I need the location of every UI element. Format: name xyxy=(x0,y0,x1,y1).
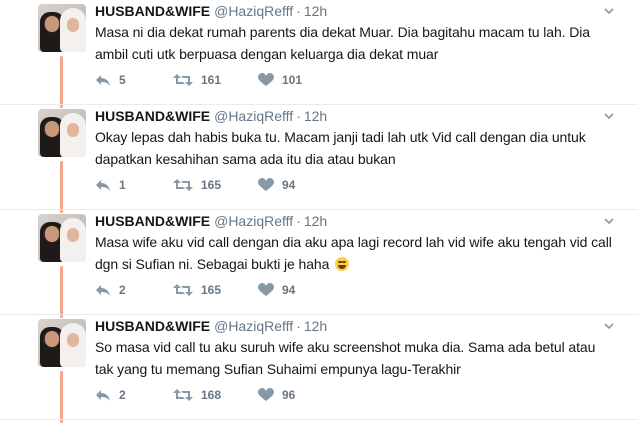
retweet-icon xyxy=(173,179,193,191)
laughing-emoji-icon xyxy=(335,257,350,271)
user-handle[interactable]: @HaziqRefff xyxy=(214,213,293,229)
user-handle[interactable]: @HaziqRefff xyxy=(214,318,293,334)
reply-count: 1 xyxy=(119,178,126,192)
retweet-icon xyxy=(173,389,193,401)
chevron-down-icon[interactable] xyxy=(604,111,614,121)
tweet[interactable]: HUSBAND&WIFE @HaziqRefff · 12h Masa wife ak… xyxy=(0,210,638,315)
user-handle[interactable]: @HaziqRefff xyxy=(214,108,293,124)
timestamp[interactable]: 12h xyxy=(304,318,327,334)
tweet-header: HUSBAND&WIFE @HaziqRefff · 12h xyxy=(95,3,327,19)
retweet-button[interactable]: 168 xyxy=(173,387,221,403)
heart-icon xyxy=(258,283,274,296)
like-count: 96 xyxy=(282,388,296,402)
avatar[interactable] xyxy=(38,4,86,52)
like-button[interactable]: 94 xyxy=(258,282,295,298)
retweet-count: 161 xyxy=(201,73,222,87)
reply-count: 2 xyxy=(119,283,126,297)
tweet[interactable]: HUSBAND&WIFE @HaziqRefff · 12h So masa vid … xyxy=(0,315,638,420)
tweet-text: Okay lepas dah habis buka tu. Macam janj… xyxy=(95,129,586,167)
retweet-button[interactable]: 161 xyxy=(173,72,221,88)
reply-count: 2 xyxy=(119,388,126,402)
reply-icon xyxy=(96,285,110,296)
display-name[interactable]: HUSBAND&WIFE xyxy=(95,318,210,334)
reply-button[interactable]: 2 xyxy=(95,282,126,298)
tweet-text-container: Masa wife aku vid call dengan dia aku ap… xyxy=(95,231,615,275)
avatar[interactable] xyxy=(38,214,86,262)
tweet-text: So masa vid call tu aku suruh wife aku s… xyxy=(95,339,596,377)
retweet-button[interactable]: 165 xyxy=(173,177,221,193)
like-button[interactable]: 94 xyxy=(258,177,295,193)
reply-button[interactable]: 5 xyxy=(95,72,126,88)
like-button[interactable]: 101 xyxy=(258,72,302,88)
reply-button[interactable]: 2 xyxy=(95,387,126,403)
retweet-button[interactable]: 165 xyxy=(173,282,221,298)
chevron-down-icon[interactable] xyxy=(604,321,614,331)
avatar[interactable] xyxy=(38,109,86,157)
like-count: 94 xyxy=(282,178,296,192)
user-handle[interactable]: @HaziqRefff xyxy=(214,3,293,19)
separator-dot: · xyxy=(296,3,301,19)
retweet-count: 168 xyxy=(201,388,222,402)
retweet-icon xyxy=(173,284,193,296)
retweet-icon xyxy=(173,74,193,86)
reply-icon xyxy=(96,75,110,86)
retweet-count: 165 xyxy=(201,178,222,192)
heart-icon xyxy=(258,73,274,86)
tweet[interactable]: HUSBAND&WIFE @HaziqRefff · 12h Okay lepas d… xyxy=(0,105,638,210)
avatar[interactable] xyxy=(38,319,86,367)
separator-dot: · xyxy=(296,108,301,124)
display-name[interactable]: HUSBAND&WIFE xyxy=(95,3,210,19)
heart-icon xyxy=(258,388,274,401)
tweet-header: HUSBAND&WIFE @HaziqRefff · 12h xyxy=(95,108,327,124)
tweet[interactable]: HUSBAND&WIFE @HaziqRefff · 12h Masa ni dia … xyxy=(0,0,638,105)
like-button[interactable]: 96 xyxy=(258,387,295,403)
chevron-down-icon[interactable] xyxy=(604,216,614,226)
chevron-down-icon[interactable] xyxy=(604,6,614,16)
tweet-header: HUSBAND&WIFE @HaziqRefff · 12h xyxy=(95,213,327,229)
separator-dot: · xyxy=(296,318,301,334)
display-name[interactable]: HUSBAND&WIFE xyxy=(95,213,210,229)
tweet-text: Masa ni dia dekat rumah parents dia deka… xyxy=(95,24,590,62)
timestamp[interactable]: 12h xyxy=(304,213,327,229)
separator-dot: · xyxy=(296,213,301,229)
tweet-text: Masa wife aku vid call dengan dia aku ap… xyxy=(95,234,612,272)
reply-count: 5 xyxy=(119,73,126,87)
display-name[interactable]: HUSBAND&WIFE xyxy=(95,108,210,124)
timestamp[interactable]: 12h xyxy=(304,108,327,124)
retweet-count: 165 xyxy=(201,283,222,297)
reply-icon xyxy=(96,390,110,401)
tweet-header: HUSBAND&WIFE @HaziqRefff · 12h xyxy=(95,318,327,334)
heart-icon xyxy=(258,178,274,191)
like-count: 94 xyxy=(282,283,296,297)
timestamp[interactable]: 12h xyxy=(304,3,327,19)
like-count: 101 xyxy=(282,73,303,87)
reply-button[interactable]: 1 xyxy=(95,177,126,193)
reply-icon xyxy=(96,180,110,191)
